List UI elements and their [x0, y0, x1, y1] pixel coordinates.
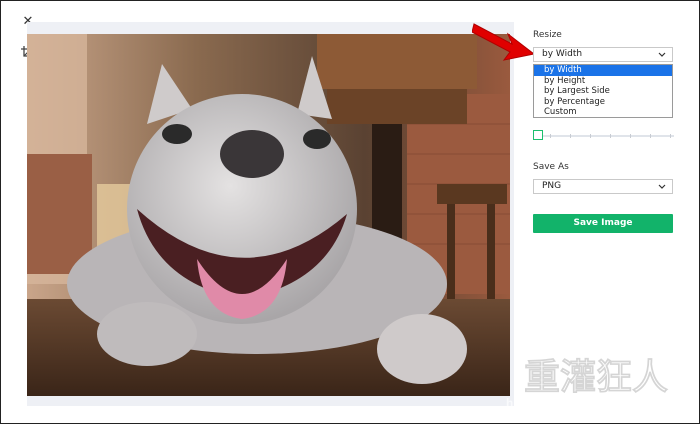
format-select[interactable]: PNG: [533, 179, 673, 194]
resize-option-custom[interactable]: Custom: [534, 107, 672, 118]
resize-option-by-height[interactable]: by Height: [534, 76, 672, 87]
resize-dropdown-menu: by Width by Height by Largest Side by Pe…: [533, 64, 673, 118]
resize-slider-thumb[interactable]: [533, 130, 543, 140]
chevron-down-icon: [658, 180, 666, 193]
resize-option-by-percentage[interactable]: by Percentage: [534, 97, 672, 108]
saveas-label: Save As: [533, 162, 569, 172]
save-image-button[interactable]: Save Image: [533, 214, 673, 233]
format-select-value: PNG: [542, 181, 562, 191]
resize-label: Resize: [533, 30, 562, 40]
resize-select-value: by Width: [542, 49, 583, 59]
annotation-arrow-icon: [471, 18, 542, 68]
resize-select[interactable]: by Width: [533, 47, 673, 62]
dog-photo: [27, 34, 510, 396]
watermark-site: http://www.brilian.com/: [506, 397, 695, 411]
resize-option-by-largest-side[interactable]: by Largest Side: [534, 86, 672, 97]
resize-option-by-width[interactable]: by Width: [534, 65, 672, 76]
watermark: 重灌狂人 http://www.brilian.com/: [498, 353, 694, 415]
watermark-logo: 重灌狂人: [524, 357, 668, 398]
chevron-down-icon: [658, 48, 666, 61]
resize-slider-track[interactable]: [536, 134, 674, 138]
